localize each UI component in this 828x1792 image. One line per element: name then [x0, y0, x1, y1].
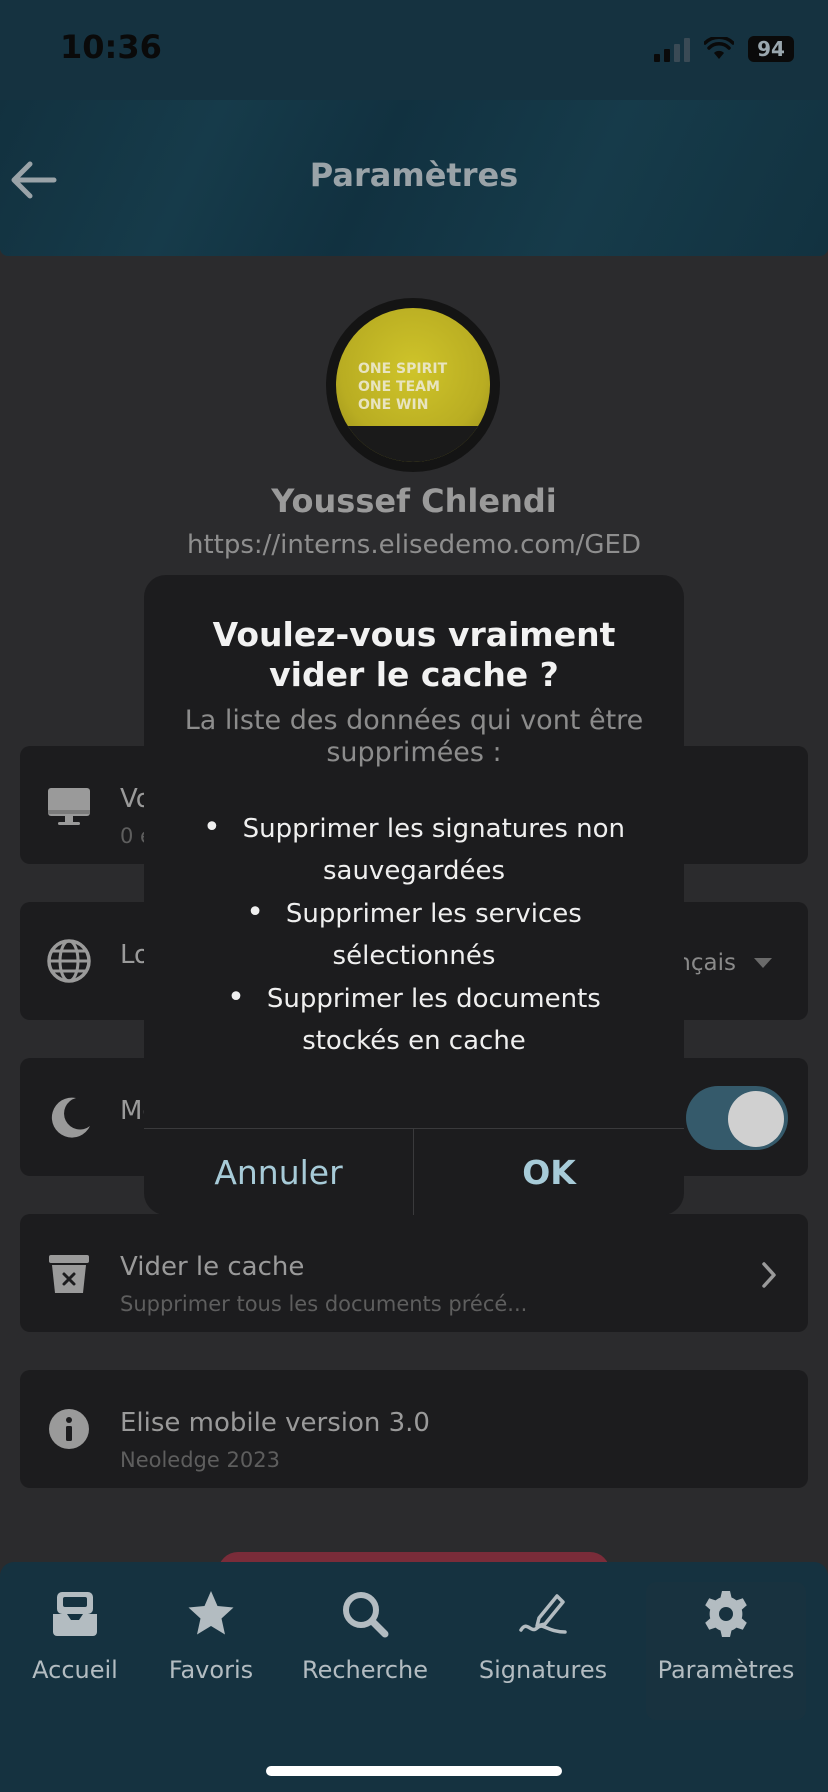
tab-parametres[interactable]: Paramètres: [646, 1582, 806, 1720]
tab-label: Paramètres: [657, 1656, 795, 1684]
dialog-title: Voulez-vous vraiment vider le cache ?: [212, 615, 616, 694]
dialog-list-item: Supprimer les services sélectionnés: [178, 892, 650, 977]
cancel-button[interactable]: Annuler: [144, 1129, 413, 1215]
tab-signatures[interactable]: Signatures: [468, 1588, 618, 1708]
dialog-item-list: Supprimer les signatures non sauvegardée…: [178, 807, 650, 1062]
dialog-list-item: Supprimer les signatures non sauvegardée…: [178, 807, 650, 892]
clear-cache-dialog: Voulez-vous vraiment vider le cache ? La…: [144, 575, 684, 1215]
search-icon: [343, 1592, 389, 1638]
tab-recherche[interactable]: Recherche: [290, 1588, 440, 1708]
tab-accueil[interactable]: Accueil: [0, 1588, 150, 1708]
bottom-tab-bar: Accueil Favoris Recherche Signatures Par…: [0, 1562, 828, 1792]
inbox-icon: [53, 1592, 97, 1636]
tab-label: Recherche: [301, 1656, 429, 1684]
modal-overlay: Voulez-vous vraiment vider le cache ? La…: [0, 0, 828, 1792]
tab-label: Favoris: [168, 1656, 254, 1684]
home-indicator: [266, 1766, 562, 1776]
tab-label: Accueil: [32, 1656, 118, 1684]
signature-icon: [519, 1594, 567, 1634]
tab-favoris[interactable]: Favoris: [136, 1588, 286, 1708]
dialog-description: La liste des données qui vont être suppr…: [184, 705, 644, 768]
star-icon: [188, 1591, 234, 1635]
tab-label: Signatures: [478, 1656, 608, 1684]
gear-icon: [705, 1591, 747, 1637]
ok-button[interactable]: OK: [414, 1129, 684, 1215]
dialog-list-item: Supprimer les documents stockés en cache: [178, 977, 650, 1062]
